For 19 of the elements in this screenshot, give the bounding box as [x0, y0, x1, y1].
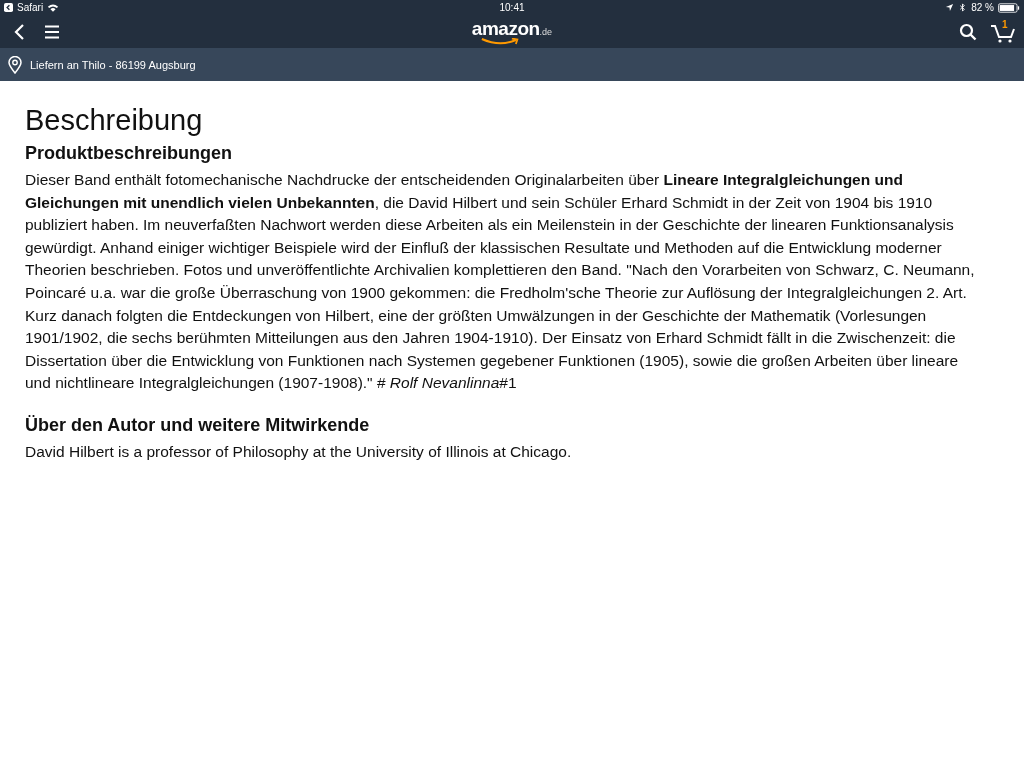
back-app-label[interactable]: Safari	[17, 2, 44, 13]
location-pin-icon	[8, 55, 22, 74]
section-heading: Produktbeschreibungen	[25, 142, 234, 165]
wifi-icon	[47, 3, 60, 12]
section-text: Dieser Band enthält fotomechanische Nachdrucke der entscheidenden Originalarbeiten über Lineare Integralgleichungen und Gleichungen mit unendlich vielen Unbekannten, die David Hilbert und sein Schüler Erhard Schmidt in der Zeit von 1904 bis 1910 publiziert haben. Im neuverfaßten Nachwort werden diese Arbeiten als ein Meilenstein in der Geschichte der linearen Funktionsanalysis gewürdigt. Anhand einiger wichtiger Beispiele wird der Einfluß der klassischen Resultate und Methoden auf die Entwicklung moderner Theorien beschrieben. Fotos und unveröffentlichte Archivalien komplettieren den Band. "Nach den Vorarbeiten von Schwarz, C. Neumann, Poincaré u.a. war die große Überraschung von 1900 gekommen: die Fredholm'sche Theorie zur Auflösung der Integralgleichungen 2. Art. Kurz danach folgten die Entdeckungen von Hilbert, eine der größten Umwälzungen in der Geschichte der Mathematik (Vorlesungen 1901/1902, die sechs berühmten Mitteilungen aus den Jahren 1904-1910). Der Einsatz von Erhard Schmidt fällt in die Zwischenzeit: die Dissertation über die Entwicklung von Funktionen nach Systemen gegebener Funktionen (1905), sowie die großen Arbeiten über lineare und nichtlineare Integralgleichungen (1907-1908)." # Rolf Nevanlinna#1	[25, 170, 976, 394]
delivery-address: Liefern an Thilo - 86199 Augsburg	[30, 58, 196, 71]
battery-icon	[998, 2, 1020, 13]
clock-time: 10:41	[499, 2, 525, 13]
search-icon[interactable]	[958, 21, 978, 42]
bluetooth-icon	[958, 3, 968, 12]
section-text: David Hilbert is a professor of Philosophy at the University of Illinois at Chicago.	[25, 441, 573, 462]
location-arrow-icon	[945, 3, 955, 12]
cart-button[interactable]: 1	[990, 20, 1016, 43]
battery-percentage: 82 %	[971, 2, 994, 13]
amazon-logo[interactable]: amazon.de	[471, 18, 553, 46]
back-app-icon[interactable]	[4, 3, 13, 12]
delivery-bar[interactable]: Liefern an Thilo - 86199 Augsburg	[0, 48, 1024, 81]
section-heading: Über den Autor und weitere Mitwirkende	[25, 413, 371, 437]
page-title: Beschreibung	[25, 103, 204, 137]
